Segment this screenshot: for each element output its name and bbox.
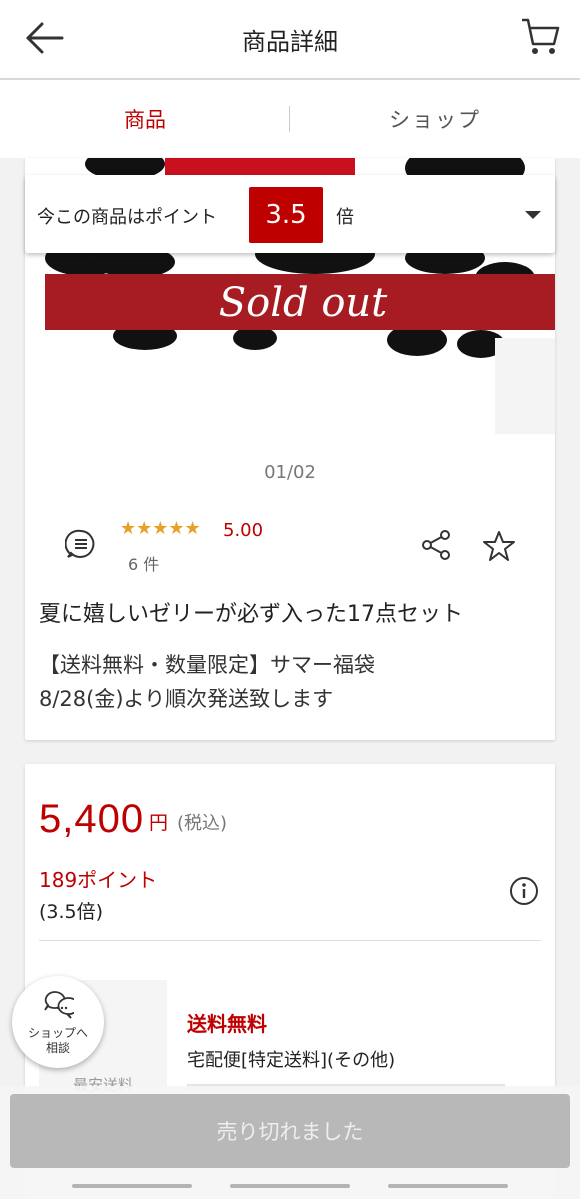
shipping-method: 宅配便[特定送料](その他) xyxy=(187,1050,396,1071)
points-suffix: 倍 xyxy=(336,207,354,228)
divider xyxy=(39,940,541,941)
tab-product[interactable]: 商品 xyxy=(0,80,290,158)
share-icon xyxy=(422,530,450,560)
tab-shop[interactable]: ショップ xyxy=(290,80,580,158)
rating-value: 5.00 xyxy=(223,520,264,541)
consult-label-line1: ショップへ xyxy=(27,1026,88,1040)
price-unit: 円 xyxy=(149,812,169,834)
cart-button[interactable] xyxy=(516,16,562,56)
shop-consult-button[interactable]: ショップへ 相談 xyxy=(12,976,104,1068)
sold-out-text: Sold out xyxy=(218,280,388,326)
page-title: 商品詳細 xyxy=(242,28,338,56)
point-amount: 189ポイント xyxy=(39,868,158,892)
sold-out-button[interactable]: 売り切れました xyxy=(10,1094,570,1168)
review-count: 6 件 xyxy=(128,555,160,574)
comment-icon xyxy=(64,529,95,558)
review-button[interactable] xyxy=(64,528,97,560)
caret-down-icon xyxy=(525,211,541,219)
share-button[interactable] xyxy=(420,529,452,561)
points-info-button[interactable] xyxy=(509,876,539,906)
free-shipping-label: 送料無料 xyxy=(187,1012,267,1036)
point-rate: (3.5倍) xyxy=(39,901,104,923)
consult-label: ショップへ 相談 xyxy=(12,1026,104,1056)
tax-label: (税込) xyxy=(177,813,228,834)
product-desc-line1: 【送料無料・数量限定】サマー福袋 xyxy=(39,653,375,677)
chat-bubbles-icon xyxy=(44,991,74,1019)
app-header: 商品詳細 xyxy=(0,0,580,80)
points-label: 今この商品はポイント xyxy=(37,207,217,228)
nav-indicator-left xyxy=(72,1184,192,1188)
rating-stars: ★★★★★ xyxy=(120,518,201,539)
image-pagination: 01/02 xyxy=(264,462,316,483)
product-detail-page: 商品詳細 商品 ショップ Sold out 01/02 ★★★★★ 5.00 6… xyxy=(0,0,580,1199)
tab-bar: 商品 ショップ xyxy=(0,80,580,158)
consult-label-line2: 相談 xyxy=(45,1041,70,1055)
star-outline-icon xyxy=(483,531,515,561)
nav-indicator-right xyxy=(388,1184,508,1188)
price-amount: 5,400 xyxy=(39,797,145,841)
bottom-action-bar: 売り切れました xyxy=(0,1086,580,1199)
nav-indicator-center xyxy=(230,1184,350,1188)
points-dropdown[interactable]: 今この商品はポイント 3.5 倍 xyxy=(25,175,555,253)
cart-icon xyxy=(522,18,560,54)
info-icon xyxy=(510,877,538,905)
product-desc-line2: 8/28(金)より順次発送致します xyxy=(39,687,334,711)
product-title: 夏に嬉しいゼリーが必ず入った17点セット xyxy=(39,602,463,627)
product-description: 【送料無料・数量限定】サマー福袋 8/28(金)より順次発送致します xyxy=(39,648,375,716)
points-multiplier-badge: 3.5 xyxy=(249,187,323,243)
favorite-button[interactable] xyxy=(482,529,516,563)
